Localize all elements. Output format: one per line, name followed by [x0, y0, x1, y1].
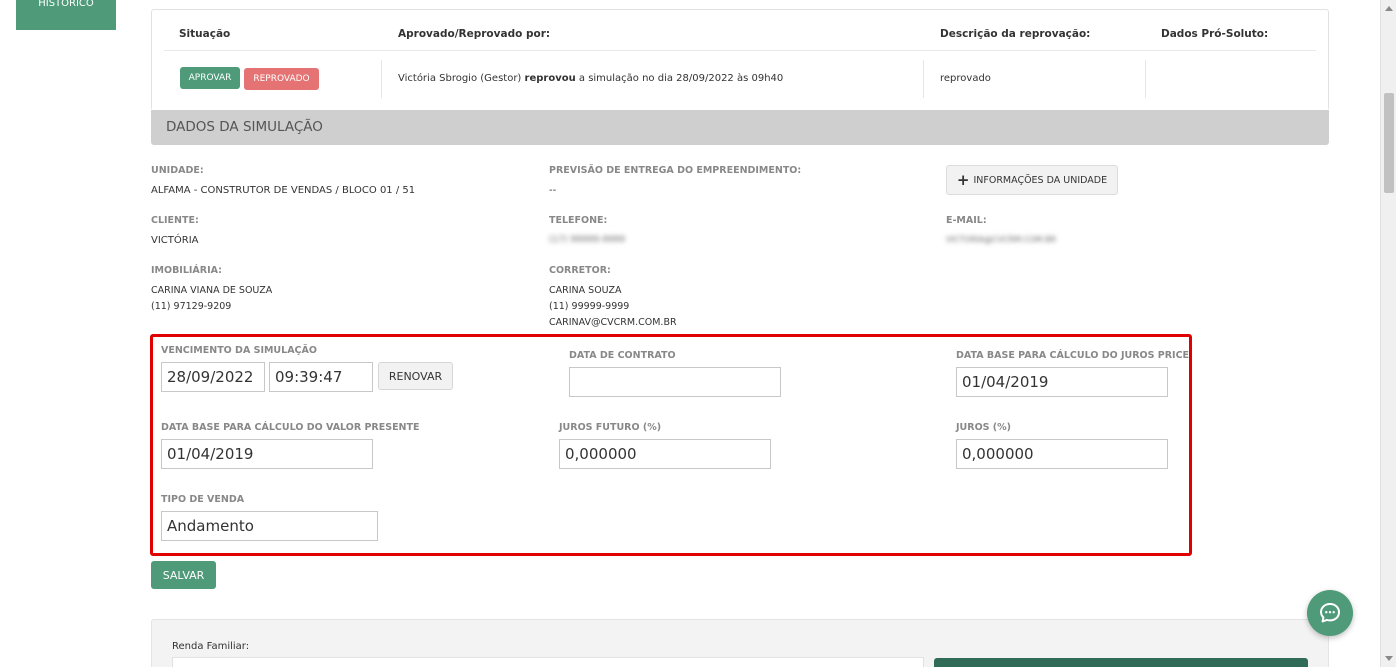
chat-bubble-icon [1320, 603, 1340, 623]
email-value: VICTORIA@CVCRM.COM.BR [946, 235, 1057, 244]
scroll-up-icon[interactable] [1381, 0, 1396, 16]
telefone-label: TELEFONE: [549, 215, 608, 226]
imobiliaria-name: CARINA VIANA DE SOUZA [151, 285, 273, 296]
history-tab[interactable]: HISTÓRICO [16, 0, 116, 30]
plus-icon: + [956, 171, 970, 189]
juros-input[interactable]: 0,000000 [956, 439, 1168, 469]
save-button[interactable]: SALVAR [151, 561, 216, 589]
unit-info-label: INFORMAÇÕES DA UNIDADE [973, 174, 1108, 186]
renda-input[interactable] [172, 657, 924, 667]
corretor-label: CORRETOR: [549, 265, 611, 276]
data-contrato-label: DATA DE CONTRATO [569, 350, 676, 361]
approval-table: Situação Aprovado/Reprovado por: Descriç… [151, 9, 1329, 109]
vertical-scrollbar[interactable] [1380, 0, 1396, 667]
approval-info: Victória Sbrogio (Gestor) reprovou a sim… [398, 73, 783, 84]
history-tab-label: HISTÓRICO [38, 0, 94, 9]
renda-action-button[interactable] [934, 658, 1308, 667]
column-divider [923, 60, 924, 98]
previsao-label: PREVISÃO DE ENTREGA DO EMPREENDIMENTO: [549, 165, 802, 176]
juros-price-label: DATA BASE PARA CÁLCULO DO JUROS PRICE [956, 350, 1190, 361]
cliente-label: CLIENTE: [151, 215, 199, 226]
unit-info-button[interactable]: + INFORMAÇÕES DA UNIDADE [946, 165, 1118, 195]
column-divider [381, 60, 382, 98]
vencimento-label: VENCIMENTO DA SIMULAÇÃO [161, 345, 317, 356]
corretor-phone: (11) 99999-9999 [549, 301, 630, 312]
scrollbar-thumb[interactable] [1384, 93, 1394, 193]
approval-action: reprovou [524, 73, 576, 84]
imobiliaria-label: IMOBILIÁRIA: [151, 265, 222, 276]
tipo-venda-select[interactable]: Andamento [161, 511, 378, 541]
approval-detail: a simulação no dia 28/09/2022 às 09h40 [578, 73, 784, 84]
section-title: DADOS DA SIMULAÇÃO [151, 110, 1329, 145]
approver-name: Victória Sbrogio (Gestor) [398, 73, 522, 84]
juros-label: JUROS (%) [956, 422, 1011, 433]
column-divider [1145, 60, 1146, 98]
header-pro-soluto: Dados Pró-Soluto: [1161, 28, 1269, 40]
juros-futuro-input[interactable]: 0,000000 [559, 439, 771, 469]
scroll-down-icon[interactable] [1381, 651, 1396, 667]
approve-button[interactable]: APROVAR [180, 67, 240, 89]
corretor-name: CARINA SOUZA [549, 285, 622, 296]
telefone-value: (17) 99999-9999 [549, 235, 626, 245]
renew-button[interactable]: RENOVAR [378, 362, 453, 390]
header-divider [164, 50, 1316, 51]
tipo-venda-label: TIPO DE VENDA [161, 494, 245, 505]
header-aprovado-por: Aprovado/Reprovado por: [398, 28, 551, 40]
data-contrato-input[interactable] [569, 367, 781, 397]
cliente-value: VICTÓRIA [151, 235, 199, 246]
chat-button[interactable] [1307, 590, 1353, 636]
unidade-value: ALFAMA - CONSTRUTOR DE VENDAS / BLOCO 01… [151, 185, 416, 196]
previsao-value: -- [549, 185, 557, 196]
header-descricao: Descrição da reprovação: [940, 28, 1091, 40]
unidade-label: UNIDADE: [151, 165, 204, 176]
valor-presente-label: DATA BASE PARA CÁLCULO DO VALOR PRESENTE [161, 422, 420, 433]
vencimento-time-input[interactable]: 09:39:47 [269, 362, 373, 392]
renda-card: Renda Familiar: [151, 619, 1329, 667]
rejection-description: reprovado [940, 73, 991, 84]
header-situacao: Situação [179, 28, 231, 40]
valor-presente-input[interactable]: 01/04/2019 [161, 439, 373, 469]
email-label: E-MAIL: [946, 215, 987, 226]
imobiliaria-phone: (11) 97129-9209 [151, 301, 232, 312]
juros-futuro-label: JUROS FUTURO (%) [559, 422, 662, 433]
rejected-button[interactable]: REPROVADO [244, 68, 319, 90]
page: HISTÓRICO Situação Aprovado/Reprovado po… [0, 0, 1380, 667]
renda-label: Renda Familiar: [172, 641, 250, 652]
vencimento-date-input[interactable]: 28/09/2022 [161, 362, 265, 392]
juros-price-input[interactable]: 01/04/2019 [956, 367, 1168, 397]
corretor-email: CARINAV@CVCRM.COM.BR [549, 317, 677, 328]
